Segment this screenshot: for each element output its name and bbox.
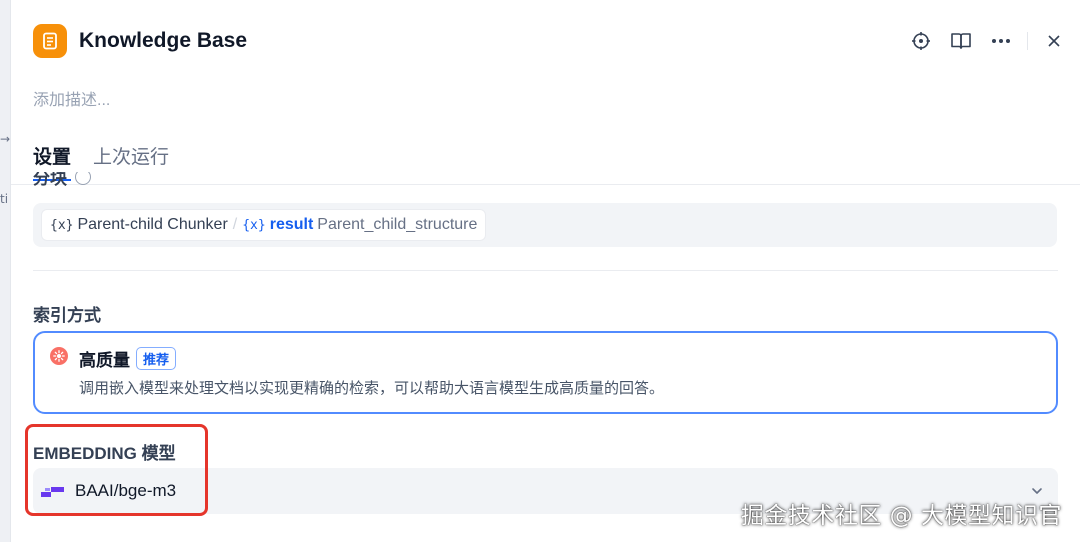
variable-icon: {x} <box>50 217 74 233</box>
chunk-label-text: 分块 <box>33 172 67 186</box>
sparkle-icon <box>50 347 68 365</box>
description-input[interactable]: 添加描述... <box>33 86 110 110</box>
chunk-section-label: 分块 <box>33 172 91 186</box>
variable-reference[interactable]: {x} Parent-child Chunker / {x} result Pa… <box>41 209 487 241</box>
header-actions <box>895 28 1068 54</box>
section-divider <box>33 270 1058 271</box>
background-text-fragment: ti <box>0 192 9 206</box>
index-option-description: 调用嵌入模型来处理文档以实现更精确的检索，可以帮助大语言模型生成高质量的回答。 <box>79 380 665 397</box>
variable-type: Parent_child_structure <box>317 216 478 233</box>
recommended-badge: 推荐 <box>136 347 177 370</box>
index-option-high-quality[interactable]: 高质量 推荐 调用嵌入模型来处理文档以实现更精确的检索，可以帮助大语言模型生成高… <box>33 331 1058 414</box>
watermark-text: 掘金技术社区 @ 大模型知识官 <box>740 503 1062 529</box>
background-arrow-glyph: → <box>0 132 11 146</box>
variable-output-icon: {x} <box>242 217 266 233</box>
embedding-model-label: EMBEDDING 模型 <box>33 444 176 463</box>
index-option-header: 高质量 推荐 <box>79 346 177 371</box>
index-method-label: 索引方式 <box>33 306 101 325</box>
locate-icon[interactable] <box>907 28 935 54</box>
panel-header: Knowledge Base <box>33 24 247 58</box>
variable-name: result <box>269 216 314 233</box>
tab-last-run[interactable]: 上次运行 <box>93 142 169 181</box>
siliconflow-icon <box>41 485 65 497</box>
path-separator: / <box>232 216 238 233</box>
book-open-icon[interactable] <box>947 28 975 54</box>
source-node-name: Parent-child Chunker <box>77 216 228 233</box>
more-icon[interactable] <box>987 28 1015 54</box>
book-icon <box>33 24 67 58</box>
help-icon[interactable] <box>75 172 91 185</box>
chunk-variable-field[interactable]: {x} Parent-child Chunker / {x} result Pa… <box>33 203 1057 247</box>
close-icon[interactable] <box>1040 28 1068 54</box>
panel-title[interactable]: Knowledge Base <box>79 29 247 53</box>
selected-model-name: BAAI/bge-m3 <box>75 481 177 500</box>
tabs-divider <box>11 184 1080 185</box>
index-option-title: 高质量 <box>79 351 130 370</box>
knowledge-base-panel: Knowledge Base 添加描述... 设置 上次运行 分块 {x} Pa… <box>10 0 1080 542</box>
header-divider <box>1027 32 1028 50</box>
